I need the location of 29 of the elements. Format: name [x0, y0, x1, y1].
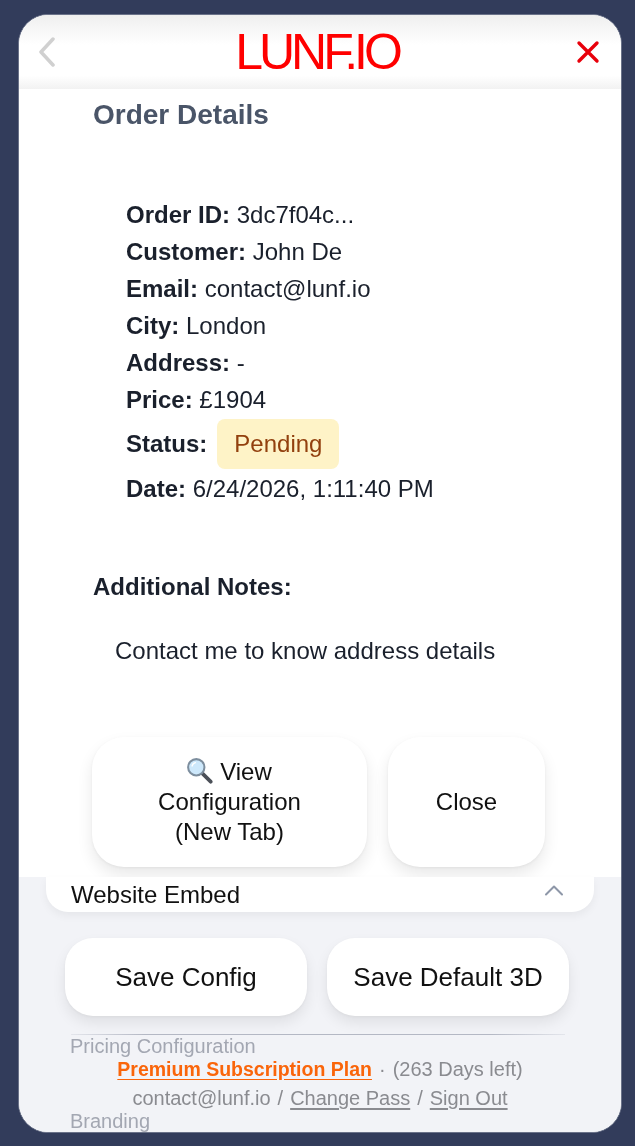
separator-text: /	[277, 1087, 284, 1109]
detail-line: Price: £1904	[126, 385, 268, 415]
footer-text: (263 Days left)	[392, 1058, 523, 1080]
detail-line: Address: -	[126, 348, 246, 378]
chevron-left-icon[interactable]	[38, 37, 56, 67]
separator-text: ·	[378, 1058, 386, 1080]
save-button[interactable]: Save Default 3D	[327, 938, 569, 1016]
status-badge: Pending	[217, 419, 340, 469]
detail-line: Date: 6/24/2026, 1:11:40 PM	[126, 474, 435, 504]
section-heading: Branding	[69, 1110, 152, 1132]
view-configuration-button[interactable]: View Configuration (New Tab)	[92, 737, 367, 867]
detail-label: Status:	[126, 430, 208, 458]
detail-line: City: London	[126, 311, 268, 341]
separator-text: /	[417, 1087, 423, 1109]
search-icon	[187, 758, 214, 784]
close-icon[interactable]	[576, 40, 600, 64]
section-title: Website Embed	[71, 880, 240, 909]
notes-label: Additional Notes:	[93, 574, 293, 600]
chevron-up-icon[interactable]	[544, 885, 564, 896]
section-heading: Pricing Configuration	[69, 1035, 257, 1057]
save-button[interactable]: Save Config	[65, 938, 307, 1016]
close-button[interactable]: Close	[388, 737, 545, 867]
footer-text: contact@lunf.io	[132, 1087, 271, 1109]
brand-logo: LUNF.IO	[235, 26, 401, 78]
detail-line: Customer: John De	[126, 237, 344, 267]
notes-text: Contact me to know address details	[115, 638, 497, 664]
detail-line: Email: contact@lunf.io	[126, 274, 372, 304]
detail-line: Order ID: 3dc7f04c...	[126, 200, 356, 230]
modal-title: Order Details	[93, 100, 270, 130]
